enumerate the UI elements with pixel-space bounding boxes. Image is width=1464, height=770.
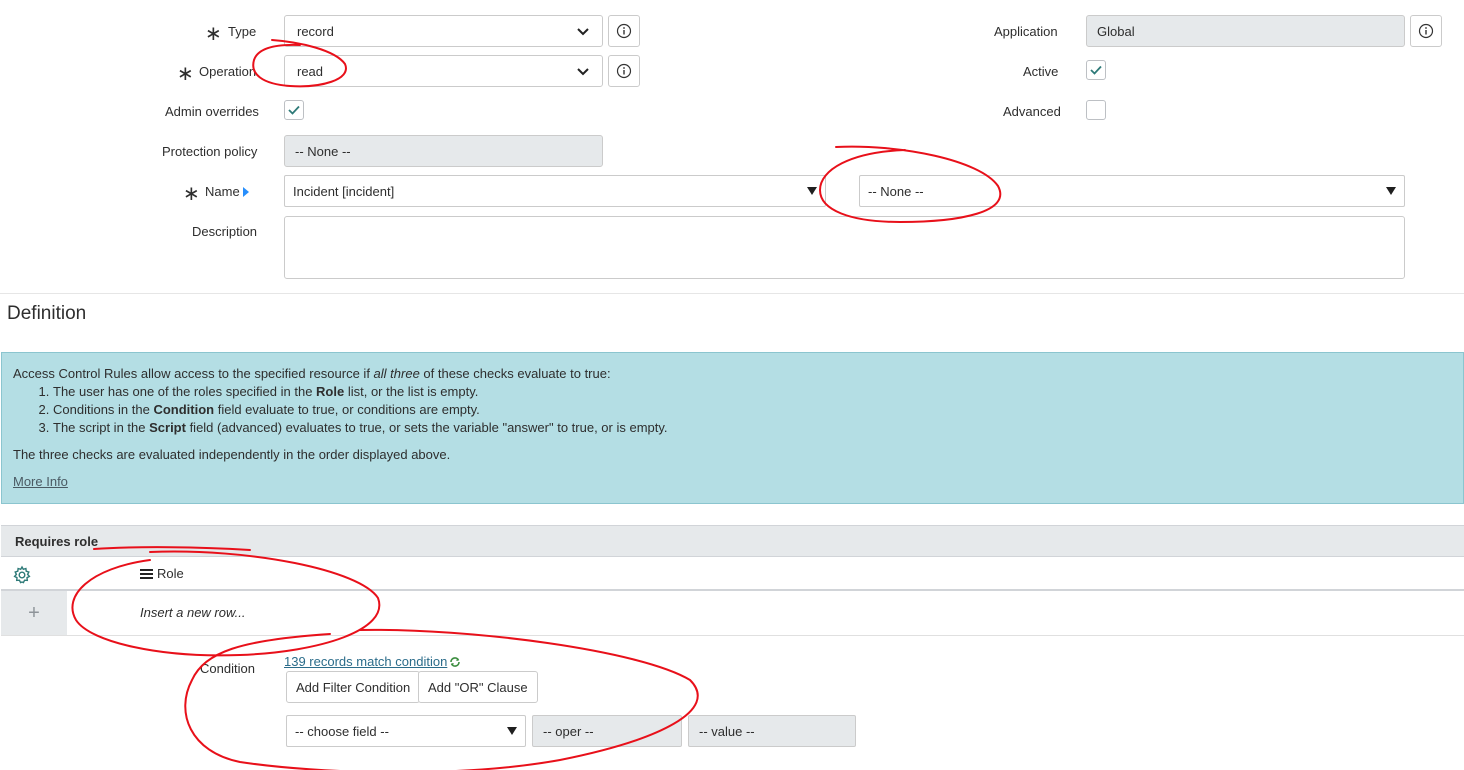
refresh-icon[interactable] (449, 656, 461, 668)
info-icon (616, 63, 632, 79)
choose-field-value: -- choose field -- (295, 723, 389, 739)
name-field-select[interactable]: -- None -- (859, 175, 1405, 207)
admin-overrides-checkbox[interactable] (284, 100, 304, 120)
chevron-down-icon (577, 28, 589, 36)
role-column-label: Role (157, 566, 184, 581)
checkmark-icon (1090, 65, 1102, 75)
type-value: record (297, 23, 334, 39)
definition-checks-list: The user has one of the roles specified … (53, 383, 1452, 437)
type-label: Type (228, 24, 257, 39)
application-label: Application (994, 24, 1058, 39)
add-or-clause-button[interactable]: Add "OR" Clause (418, 671, 538, 703)
reference-arrow-icon[interactable] (242, 187, 250, 197)
description-label: Description (192, 224, 258, 239)
description-textarea[interactable] (284, 216, 1405, 279)
operation-value: read (297, 63, 324, 79)
role-column-header[interactable]: Role (140, 566, 184, 581)
list-item: The user has one of the roles specified … (53, 383, 1452, 401)
value-input[interactable]: -- value -- (688, 715, 856, 747)
name-label: Name (205, 184, 240, 199)
triangle-down-icon (507, 727, 517, 735)
list-item: Conditions in the Condition field evalua… (53, 401, 1452, 419)
admin-overrides-label: Admin overrides (165, 104, 259, 119)
name-field-value: -- None -- (868, 183, 924, 199)
active-checkbox[interactable] (1086, 60, 1106, 80)
definition-footer: The three checks are evaluated independe… (13, 447, 451, 462)
section-divider (0, 293, 1464, 294)
name-table-value: Incident [incident] (293, 183, 395, 199)
triangle-down-icon (807, 187, 817, 195)
condition-label: Condition (200, 661, 255, 676)
condition-match: 139 records match condition (284, 654, 461, 669)
insert-row[interactable]: + Insert a new row... (1, 591, 1464, 636)
protection-policy-field: -- None -- (284, 135, 603, 167)
records-match-link[interactable]: 139 records match condition (284, 654, 447, 669)
operation-label: Operation (199, 64, 257, 79)
gear-icon[interactable] (12, 565, 32, 585)
protection-policy-label: Protection policy (162, 144, 258, 159)
application-info-button[interactable] (1410, 15, 1442, 47)
definition-intro: Access Control Rules allow access to the… (13, 366, 611, 381)
chevron-down-icon (577, 68, 589, 76)
requires-role-header: Requires role (1, 525, 1464, 557)
insert-row-text[interactable]: Insert a new row... (140, 605, 246, 620)
role-list-header: Role (1, 557, 1464, 591)
operation-select[interactable]: read (284, 55, 603, 87)
triangle-down-icon (1386, 187, 1396, 195)
required-star-icon: ∗ (183, 183, 200, 205)
checkmark-icon (288, 105, 300, 115)
application-field: Global (1086, 15, 1405, 47)
list-item: The script in the Script field (advanced… (53, 419, 1452, 437)
advanced-label: Advanced (1003, 104, 1061, 119)
required-star-icon: ∗ (205, 23, 222, 45)
plus-icon[interactable]: + (1, 591, 67, 635)
add-filter-condition-button[interactable]: Add Filter Condition (286, 671, 421, 703)
type-info-button[interactable] (608, 15, 640, 47)
required-star-icon: ∗ (177, 63, 194, 85)
active-label: Active (1023, 64, 1059, 79)
type-select[interactable]: record (284, 15, 603, 47)
advanced-checkbox[interactable] (1086, 100, 1106, 120)
info-icon (616, 23, 632, 39)
more-info-link[interactable]: More Info (13, 473, 68, 491)
choose-field-select[interactable]: -- choose field -- (286, 715, 526, 747)
menu-icon[interactable] (140, 568, 153, 580)
requires-role-title: Requires role (15, 533, 99, 549)
operation-info-button[interactable] (608, 55, 640, 87)
operator-select[interactable]: -- oper -- (532, 715, 682, 747)
name-table-select[interactable]: Incident [incident] (284, 175, 826, 207)
definition-info-box: Access Control Rules allow access to the… (1, 352, 1464, 504)
definition-title: Definition (7, 303, 87, 324)
info-icon (1418, 23, 1434, 39)
